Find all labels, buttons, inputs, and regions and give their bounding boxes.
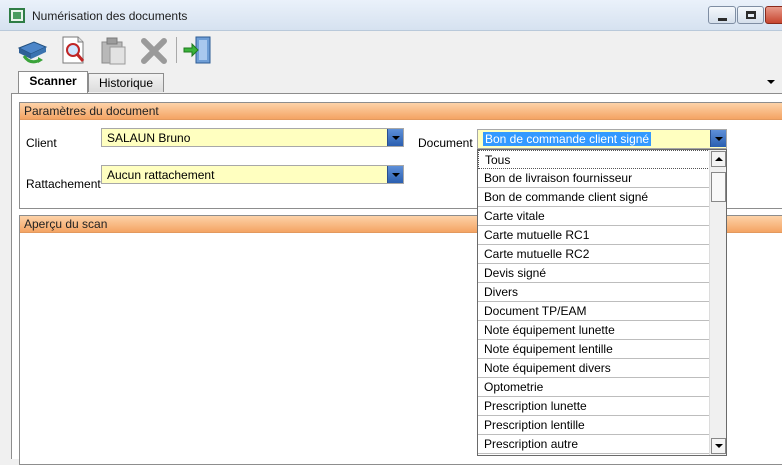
client-combo[interactable]: SALAUN Bruno: [101, 128, 404, 147]
close-button[interactable]: [765, 6, 782, 24]
scan-button[interactable]: [16, 34, 48, 66]
preview-icon: [62, 36, 85, 64]
document-option[interactable]: Tous: [478, 150, 710, 169]
rattachement-combo[interactable]: Aucun rattachement: [101, 165, 404, 184]
tab-strip: Scanner Historique: [0, 69, 782, 93]
document-option[interactable]: Document TP/EAM: [478, 302, 710, 321]
document-value: Bon de commande client signé: [483, 132, 652, 146]
dropdown-scrollbar[interactable]: [709, 150, 726, 455]
minimize-button[interactable]: [708, 6, 736, 24]
tab-historique[interactable]: Historique: [88, 73, 164, 92]
rattachement-dropdown-button[interactable]: [387, 166, 403, 183]
toolbar: [0, 31, 782, 69]
document-option[interactable]: Divers: [478, 283, 710, 302]
document-option[interactable]: Carte mutuelle RC1: [478, 226, 710, 245]
document-label: Document: [418, 136, 473, 150]
preview-button[interactable]: [58, 34, 88, 66]
exit-icon: [183, 36, 211, 64]
scroll-thumb[interactable]: [711, 172, 726, 202]
document-option[interactable]: Prescription autre: [478, 435, 710, 454]
document-option[interactable]: Note équipement lunette: [478, 321, 710, 340]
document-dropdown-button[interactable]: [710, 130, 726, 147]
document-option[interactable]: Optometrie: [478, 378, 710, 397]
document-option[interactable]: Carte mutuelle RC2: [478, 245, 710, 264]
client-value: SALAUN Bruno: [107, 131, 191, 145]
tab-menu-arrow-icon[interactable]: [767, 80, 775, 84]
client-label: Client: [26, 136, 57, 150]
paste-icon: [101, 37, 126, 65]
client-dropdown-button[interactable]: [387, 129, 403, 146]
exit-button[interactable]: [182, 34, 212, 66]
document-dropdown-list[interactable]: Tous Bon de livraison fournisseur Bon de…: [477, 149, 727, 456]
maximize-icon: [746, 11, 756, 19]
title-bar: Numérisation des documents: [0, 0, 782, 31]
document-option[interactable]: Carte vitale: [478, 207, 710, 226]
scan-icon: [17, 41, 48, 64]
delete-icon: [141, 38, 167, 64]
document-option[interactable]: Note équipement divers: [478, 359, 710, 378]
document-option[interactable]: Bon de commande client signé: [478, 188, 710, 207]
document-option[interactable]: Devis signé: [478, 264, 710, 283]
document-option[interactable]: Prescription lentille: [478, 416, 710, 435]
window-title: Numérisation des documents: [32, 9, 188, 23]
app-icon: [9, 8, 25, 23]
delete-button[interactable]: [138, 34, 168, 66]
toolbar-separator: [176, 37, 177, 63]
document-params-header: Paramètres du document: [20, 103, 782, 120]
maximize-button[interactable]: [737, 6, 764, 24]
rattachement-value: Aucun rattachement: [107, 168, 215, 182]
document-option[interactable]: Prescription lunette: [478, 397, 710, 416]
scroll-up-icon[interactable]: [711, 151, 726, 167]
paste-button[interactable]: [98, 34, 128, 66]
document-combo[interactable]: Bon de commande client signé: [477, 129, 727, 149]
scroll-down-icon[interactable]: [711, 438, 726, 454]
tab-scanner[interactable]: Scanner: [18, 71, 88, 93]
document-option[interactable]: Note équipement lentille: [478, 340, 710, 359]
rattachement-label: Rattachement: [26, 177, 101, 191]
minimize-icon: [718, 18, 727, 21]
document-option[interactable]: Bon de livraison fournisseur: [478, 169, 710, 188]
